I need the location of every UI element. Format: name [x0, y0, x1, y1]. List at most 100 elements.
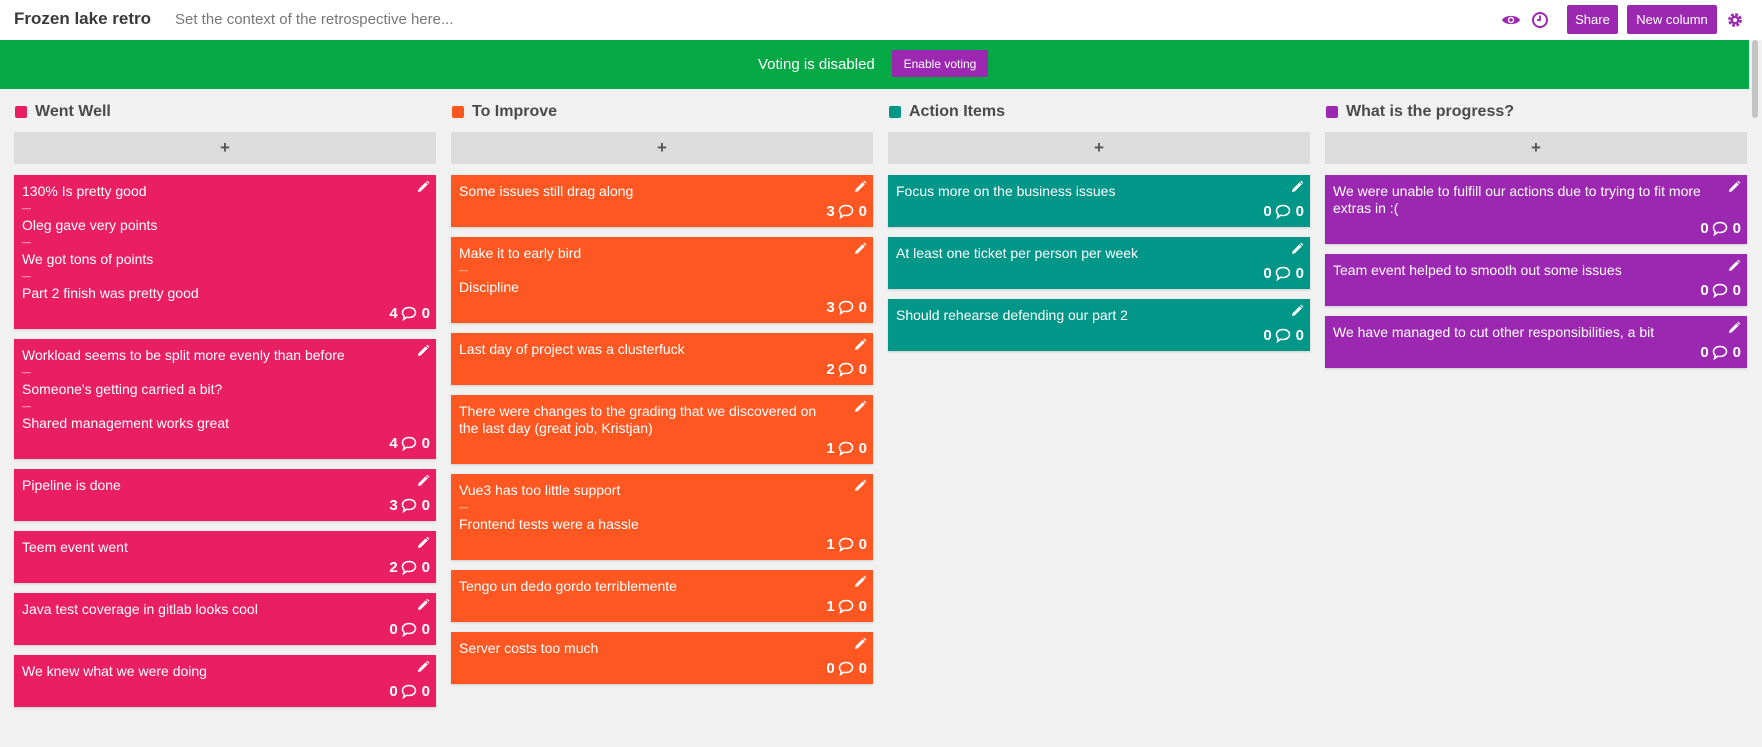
comment-count[interactable]: 0 — [1296, 203, 1304, 220]
comment-icon[interactable] — [401, 435, 419, 451]
comment-icon[interactable] — [838, 660, 856, 676]
pencil-icon[interactable] — [416, 598, 430, 612]
comment-count[interactable]: 0 — [422, 621, 430, 638]
comment-count[interactable]: 0 — [859, 536, 867, 553]
pencil-icon[interactable] — [416, 536, 430, 550]
retro-card[interactable]: Make it to early bird — Discipline 3 0 — [451, 237, 873, 323]
column-title[interactable]: What is the progress? — [1346, 103, 1514, 121]
retro-card[interactable]: Workload seems to be split more evenly t… — [14, 339, 436, 459]
retro-card[interactable]: Tengo un dedo gordo terriblemente 1 0 — [451, 570, 873, 622]
pencil-icon[interactable] — [853, 242, 867, 256]
board-title[interactable]: Frozen lake retro — [14, 9, 151, 29]
scrollbar-track[interactable] — [1749, 40, 1762, 747]
retro-card[interactable]: There were changes to the grading that w… — [451, 395, 873, 464]
pencil-icon[interactable] — [853, 338, 867, 352]
comment-count[interactable]: 0 — [1733, 344, 1741, 361]
comment-count[interactable]: 0 — [859, 440, 867, 457]
pencil-icon[interactable] — [853, 637, 867, 651]
scrollbar-thumb[interactable] — [1752, 40, 1758, 118]
comment-count[interactable]: 0 — [859, 299, 867, 316]
comment-icon[interactable] — [1712, 344, 1730, 360]
column-header[interactable]: Action Items — [888, 101, 1310, 123]
enable-voting-button[interactable]: Enable voting — [892, 50, 988, 77]
comment-icon[interactable] — [1275, 327, 1293, 343]
pencil-icon[interactable] — [853, 479, 867, 493]
comment-icon[interactable] — [838, 361, 856, 377]
comment-icon[interactable] — [401, 621, 419, 637]
comment-count[interactable]: 0 — [1296, 265, 1304, 282]
comment-icon[interactable] — [1275, 265, 1293, 281]
retro-card[interactable]: We have managed to cut other responsibil… — [1325, 316, 1747, 368]
pencil-icon[interactable] — [1290, 304, 1304, 318]
retro-context-input[interactable]: Set the context of the retrospective her… — [175, 11, 454, 28]
column-title[interactable]: Went Well — [35, 103, 111, 121]
retro-card[interactable]: Server costs too much 0 0 — [451, 632, 873, 684]
share-button[interactable]: Share — [1567, 5, 1618, 34]
card-line-separator: — — [459, 265, 468, 275]
comment-count[interactable]: 0 — [1733, 282, 1741, 299]
pencil-icon[interactable] — [853, 575, 867, 589]
pencil-icon[interactable] — [416, 344, 430, 358]
retro-card[interactable]: Last day of project was a clusterfuck 2 0 — [451, 333, 873, 385]
retro-card[interactable]: Java test coverage in gitlab looks cool 0… — [14, 593, 436, 645]
comment-count[interactable]: 0 — [859, 598, 867, 615]
comment-count[interactable]: 0 — [422, 435, 430, 452]
comment-icon[interactable] — [401, 497, 419, 513]
pencil-icon[interactable] — [416, 474, 430, 488]
add-card-button[interactable]: + — [1325, 132, 1747, 164]
column-header[interactable]: Went Well — [14, 101, 436, 123]
retro-card[interactable]: We knew what we were doing 0 0 — [14, 655, 436, 707]
column-header[interactable]: To Improve — [451, 101, 873, 123]
comment-icon[interactable] — [401, 305, 419, 321]
comment-icon[interactable] — [838, 440, 856, 456]
comment-icon[interactable] — [1712, 282, 1730, 298]
retro-card[interactable]: 130% Is pretty good — Oleg gave very point… — [14, 175, 436, 329]
retro-card[interactable]: At least one ticket per person per week 0… — [888, 237, 1310, 289]
comment-count[interactable]: 0 — [859, 660, 867, 677]
retro-card[interactable]: Pipeline is done 3 0 — [14, 469, 436, 521]
clock-icon[interactable] — [1530, 10, 1550, 30]
retro-card[interactable]: Vue3 has too little support — Frontend tes… — [451, 474, 873, 560]
comment-icon[interactable] — [838, 203, 856, 219]
column-header[interactable]: What is the progress? — [1325, 101, 1747, 123]
comment-icon[interactable] — [401, 559, 419, 575]
column-title[interactable]: Action Items — [909, 103, 1005, 121]
retro-card[interactable]: Team event helped to smooth out some iss… — [1325, 254, 1747, 306]
vote-count: 0 — [1263, 264, 1272, 282]
retro-card[interactable]: Teem event went 2 0 — [14, 531, 436, 583]
comment-count[interactable]: 0 — [859, 203, 867, 220]
comment-count[interactable]: 0 — [422, 683, 430, 700]
add-card-button[interactable]: + — [14, 132, 436, 164]
retro-card[interactable]: We were unable to fulfill our actions du… — [1325, 175, 1747, 244]
comment-count[interactable]: 0 — [859, 361, 867, 378]
pencil-icon[interactable] — [853, 400, 867, 414]
comment-icon[interactable] — [838, 536, 856, 552]
comment-count[interactable]: 0 — [1296, 327, 1304, 344]
add-card-button[interactable]: + — [888, 132, 1310, 164]
comment-icon[interactable] — [1275, 203, 1293, 219]
comment-icon[interactable] — [838, 598, 856, 614]
pencil-icon[interactable] — [416, 180, 430, 194]
pencil-icon[interactable] — [1290, 180, 1304, 194]
comment-icon[interactable] — [401, 683, 419, 699]
pencil-icon[interactable] — [1727, 180, 1741, 194]
column-title[interactable]: To Improve — [472, 103, 557, 121]
comment-icon[interactable] — [1712, 220, 1730, 236]
comment-count[interactable]: 0 — [422, 559, 430, 576]
retro-card[interactable]: Should rehearse defending our part 200 — [888, 299, 1310, 351]
retro-card[interactable]: Focus more on the business issues 0 0 — [888, 175, 1310, 227]
gear-icon[interactable] — [1725, 10, 1745, 30]
eye-icon[interactable] — [1501, 10, 1521, 30]
pencil-icon[interactable] — [1727, 321, 1741, 335]
pencil-icon[interactable] — [416, 660, 430, 674]
new-column-button[interactable]: New column — [1627, 5, 1717, 34]
comment-icon[interactable] — [838, 299, 856, 315]
comment-count[interactable]: 0 — [1733, 220, 1741, 237]
comment-count[interactable]: 0 — [422, 305, 430, 322]
pencil-icon[interactable] — [1290, 242, 1304, 256]
comment-count[interactable]: 0 — [422, 497, 430, 514]
retro-card[interactable]: Some issues still drag along 3 0 — [451, 175, 873, 227]
pencil-icon[interactable] — [1727, 259, 1741, 273]
pencil-icon[interactable] — [853, 180, 867, 194]
add-card-button[interactable]: + — [451, 132, 873, 164]
